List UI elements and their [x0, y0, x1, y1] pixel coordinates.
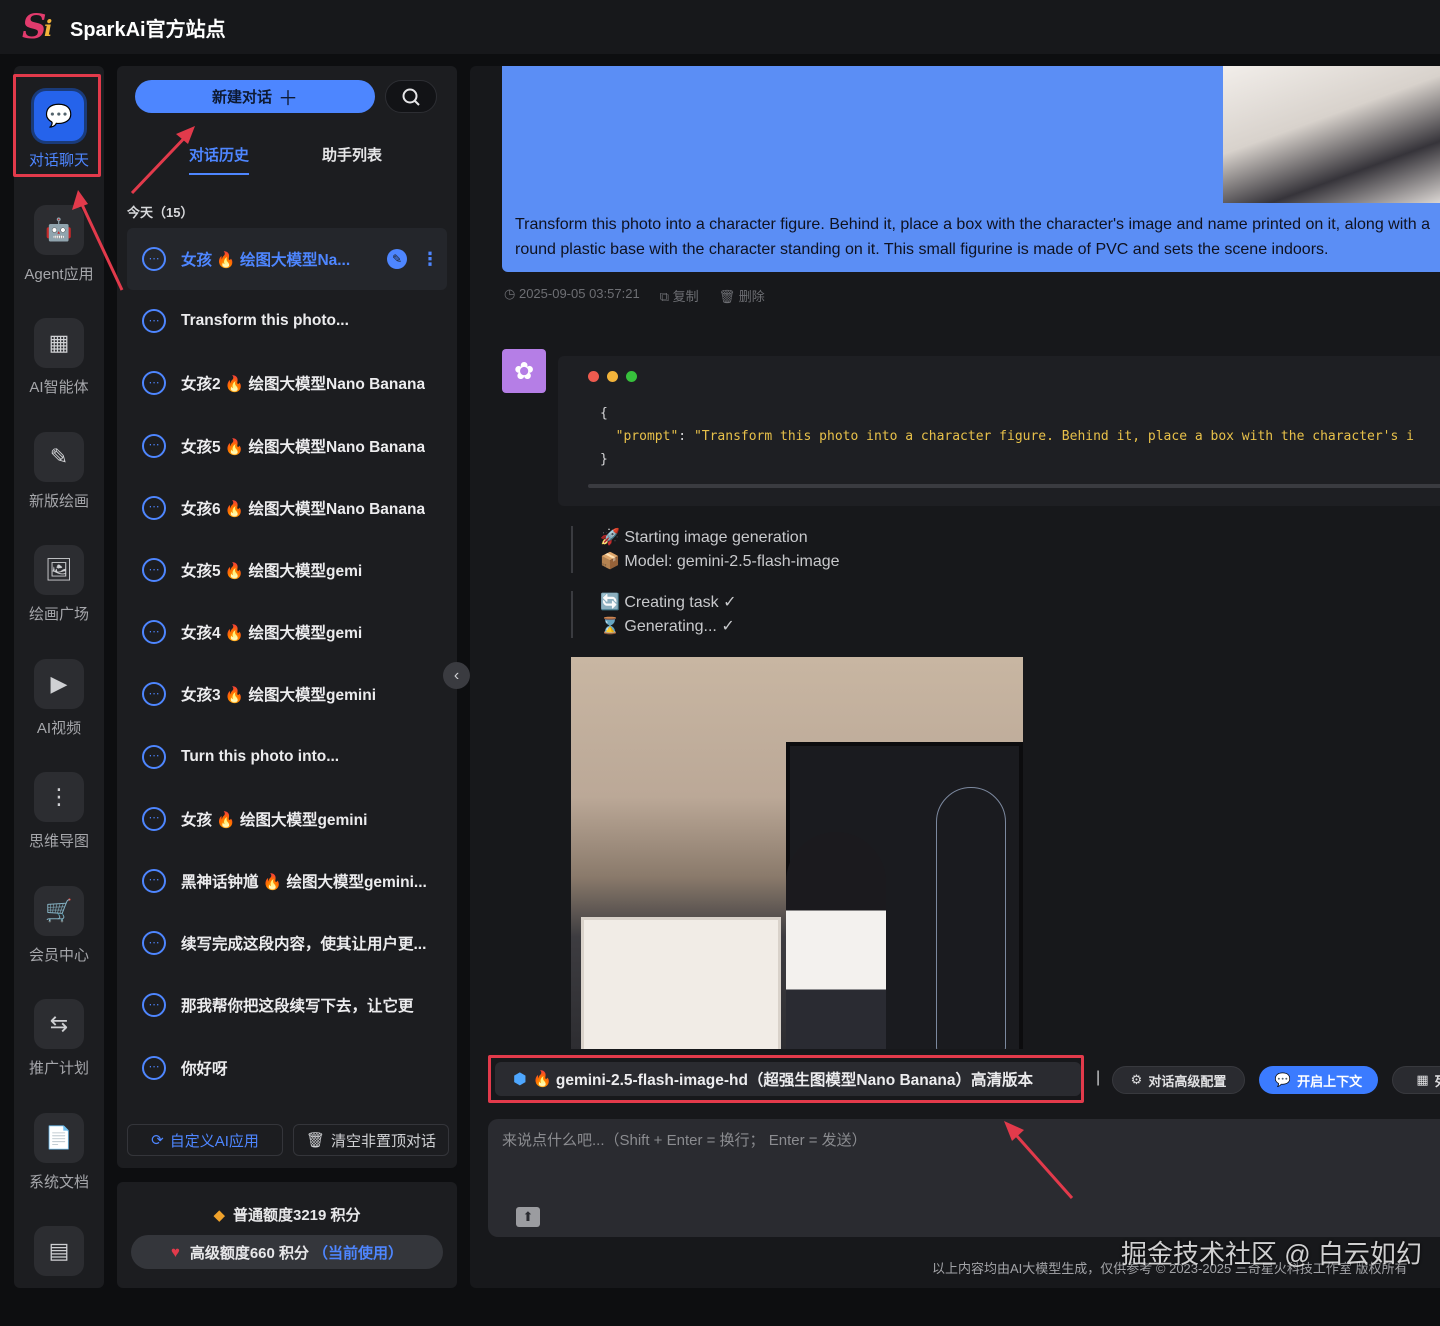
- annotation-arrows: [72, 126, 1074, 1199]
